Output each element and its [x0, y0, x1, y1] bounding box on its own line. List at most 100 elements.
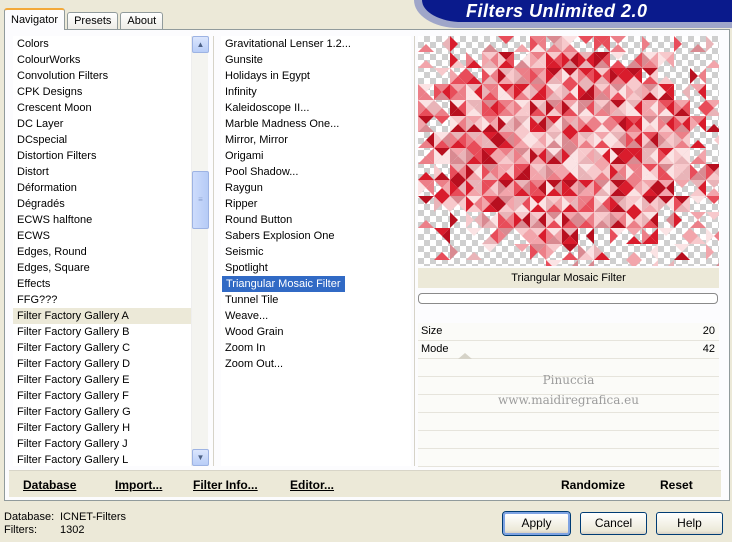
mosaic-tile — [482, 244, 498, 252]
database-label: Database: — [4, 511, 55, 523]
mosaic-preview-image — [418, 36, 719, 266]
category-list[interactable]: Colors ColourWorks Convolution Filters CPK … — [13, 36, 193, 466]
category-item[interactable]: Filter Factory Gallery D — [13, 356, 193, 372]
tab-presets[interactable]: Presets — [67, 12, 119, 30]
mosaic-tile — [434, 252, 450, 260]
category-item[interactable]: Filter Factory Gallery F — [13, 388, 193, 404]
cancel-button[interactable]: Cancel — [580, 512, 647, 535]
category-item[interactable]: FFG??? — [13, 292, 193, 308]
category-item[interactable]: Distort — [13, 164, 193, 180]
param-empty — [418, 377, 719, 395]
filter-item-label: Wood Grain — [225, 326, 284, 338]
category-item[interactable]: Filter Factory Gallery H — [13, 420, 193, 436]
filter-item[interactable]: Ripper — [221, 196, 411, 212]
filter-item[interactable]: Triangular Mosaic Filter — [221, 276, 411, 292]
category-item[interactable]: Filter Factory Gallery A — [13, 308, 193, 324]
filter-item[interactable]: Mirror, Mirror — [221, 132, 411, 148]
category-item[interactable]: ECWS — [13, 228, 193, 244]
filter-item[interactable]: Holidays in Egypt — [221, 68, 411, 84]
category-item[interactable]: CPK Designs — [13, 84, 193, 100]
filter-item-label: Round Button — [225, 214, 293, 226]
apply-button[interactable]: Apply — [503, 512, 570, 535]
tab-navigator[interactable]: Navigator — [4, 8, 66, 30]
category-item[interactable]: Distortion Filters — [13, 148, 193, 164]
filter-list[interactable]: Gravitational Lenser 1.2... Gunsite Holida… — [221, 36, 411, 466]
navigator-panel: Colors ColourWorks Convolution Filters CPK … — [4, 29, 730, 501]
scroll-thumb[interactable]: ≡ — [192, 171, 209, 229]
filter-item[interactable]: Wood Grain — [221, 324, 411, 340]
filter-item[interactable]: Round Button — [221, 212, 411, 228]
scroll-up-icon[interactable]: ▲ — [192, 36, 209, 53]
filter-item[interactable]: Marble Madness One... — [221, 116, 411, 132]
category-item[interactable]: Filter Factory Gallery E — [13, 372, 193, 388]
filter-info-button[interactable]: Filter Info... — [193, 478, 258, 492]
category-item[interactable]: Filter Factory Gallery J — [13, 436, 193, 452]
mosaic-tile — [514, 244, 530, 252]
mosaic-tile — [714, 135, 719, 145]
editor-button[interactable]: Editor... — [290, 478, 334, 492]
tab-about[interactable]: About — [120, 12, 164, 30]
category-item[interactable]: Edges, Square — [13, 260, 193, 276]
filter-item[interactable]: Spotlight — [221, 260, 411, 276]
filter-item[interactable]: Tunnel Tile — [221, 292, 411, 308]
filter-item[interactable]: Kaleidoscope II... — [221, 100, 411, 116]
filter-item[interactable]: Origami — [221, 148, 411, 164]
filter-item-label: Marble Madness One... — [225, 118, 340, 130]
filter-item-label: Sabers Explosion One — [225, 230, 335, 242]
parameter-list: Size 20 Mode 42 — [418, 323, 719, 467]
filter-item[interactable]: Weave... — [221, 308, 411, 324]
mosaic-tile — [674, 252, 690, 260]
scroll-down-icon[interactable]: ▼ — [192, 449, 209, 466]
category-item[interactable]: Filter Factory Gallery C — [13, 340, 193, 356]
category-item[interactable]: Convolution Filters — [13, 68, 193, 84]
mosaic-tile — [610, 60, 626, 68]
filter-item[interactable]: Raygun — [221, 180, 411, 196]
filter-item[interactable]: Pool Shadow... — [221, 164, 411, 180]
param-size[interactable]: Size 20 — [418, 323, 719, 341]
mosaic-tile — [706, 180, 719, 188]
filter-item-label: Kaleidoscope II... — [225, 102, 310, 114]
database-button[interactable]: Database — [23, 478, 76, 492]
randomize-button[interactable]: Randomize — [561, 478, 625, 492]
category-item-label: Filter Factory Gallery J — [17, 438, 128, 450]
filter-item[interactable]: Sabers Explosion One — [221, 228, 411, 244]
reset-button[interactable]: Reset — [660, 478, 693, 492]
filter-item[interactable]: Zoom Out... — [221, 356, 411, 372]
filter-item[interactable]: Seismic — [221, 244, 411, 260]
filter-item[interactable]: Gunsite — [221, 52, 411, 68]
category-item[interactable]: Colors — [13, 36, 193, 52]
mosaic-tile — [642, 36, 650, 52]
param-value: 42 — [702, 343, 715, 355]
category-item[interactable]: DC Layer — [13, 116, 193, 132]
filters-count: 1302 — [60, 524, 85, 536]
category-scrollbar[interactable]: ▲ ≡ ▼ — [191, 36, 209, 466]
filter-item[interactable]: Infinity — [221, 84, 411, 100]
category-item[interactable]: Edges, Round — [13, 244, 193, 260]
mosaic-tile — [626, 260, 642, 266]
filter-item[interactable]: Gravitational Lenser 1.2... — [221, 36, 411, 52]
category-item[interactable]: Filter Factory Gallery L — [13, 452, 193, 466]
category-item[interactable]: Dégradés — [13, 196, 193, 212]
category-item[interactable]: Filter Factory Gallery B — [13, 324, 193, 340]
category-item[interactable]: Crescent Moon — [13, 100, 193, 116]
mosaic-tile — [626, 228, 642, 236]
param-empty — [418, 359, 719, 377]
param-mode[interactable]: Mode 42 — [418, 341, 719, 359]
mosaic-tile — [706, 196, 719, 204]
mosaic-tile — [450, 244, 458, 260]
category-item[interactable]: DCspecial — [13, 132, 193, 148]
filter-item[interactable]: Zoom In — [221, 340, 411, 356]
category-item[interactable]: ColourWorks — [13, 52, 193, 68]
filter-item-label: Gunsite — [225, 54, 263, 66]
help-button[interactable]: Help — [656, 512, 723, 535]
mosaic-tile — [690, 140, 706, 148]
category-item[interactable]: ECWS halftone — [13, 212, 193, 228]
filter-item-label: Holidays in Egypt — [225, 70, 310, 82]
mosaic-tile — [562, 244, 578, 252]
category-item[interactable]: Déformation — [13, 180, 193, 196]
mosaic-tile — [650, 244, 658, 260]
import-button[interactable]: Import... — [115, 478, 162, 492]
category-item[interactable]: Effects — [13, 276, 193, 292]
category-item[interactable]: Filter Factory Gallery G — [13, 404, 193, 420]
category-item-label: Edges, Round — [17, 246, 87, 258]
